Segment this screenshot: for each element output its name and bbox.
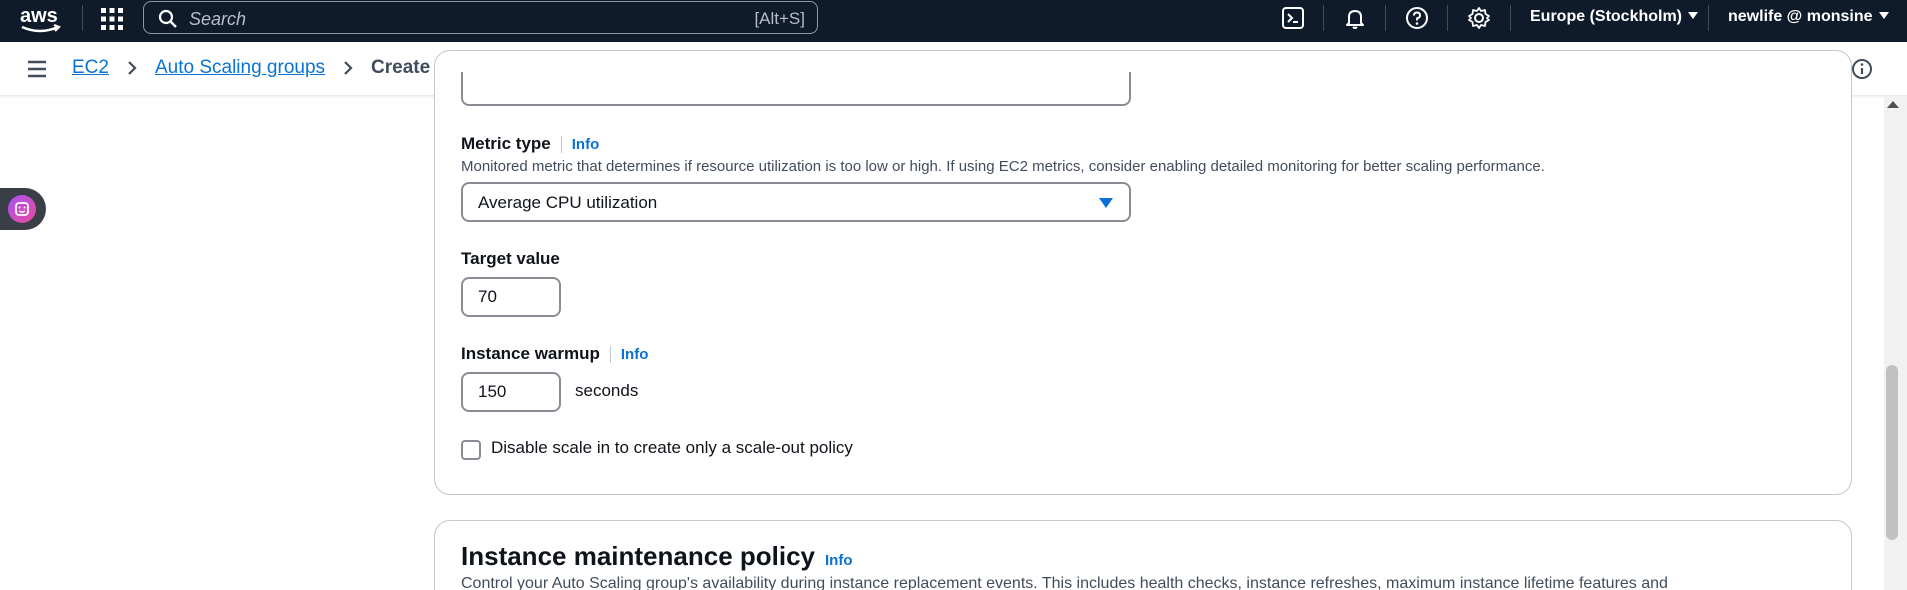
nav-divider — [1447, 5, 1448, 31]
nav-divider — [82, 5, 83, 31]
help-icon[interactable] — [1404, 5, 1430, 31]
policy-type-select[interactable] — [461, 72, 1131, 106]
nav-divider — [1385, 5, 1386, 31]
chevron-down-icon — [1878, 12, 1889, 19]
region-label: Europe (Stockholm) — [1530, 8, 1683, 25]
chevron-right-icon — [123, 59, 141, 77]
nav-divider — [1708, 5, 1709, 31]
instance-warmup-units: seconds — [575, 381, 639, 400]
services-grid-icon[interactable] — [100, 7, 124, 31]
metric-type-label: Metric type Info — [461, 134, 599, 154]
chevron-right-icon — [339, 59, 357, 77]
scroll-up-arrow-icon[interactable] — [1887, 101, 1899, 108]
assistant-face-icon — [8, 195, 36, 223]
bell-icon[interactable] — [1342, 5, 1368, 31]
top-navigation: aws Search [Alt+S] Europe (Stockholm) ne… — [0, 0, 1907, 42]
search-input[interactable]: Search [Alt+S] — [143, 1, 818, 34]
search-placeholder: Search — [189, 9, 247, 29]
maintenance-info-link[interactable]: Info — [825, 552, 853, 569]
maintenance-title: Instance maintenance policy — [461, 541, 816, 571]
nav-divider — [1510, 5, 1511, 31]
scaling-policy-panel — [434, 50, 1852, 495]
metric-type-description: Monitored metric that determines if reso… — [461, 158, 1545, 175]
metric-type-label-text: Metric type — [461, 134, 551, 153]
target-value-input[interactable] — [461, 277, 561, 317]
instance-warmup-input[interactable] — [461, 372, 561, 412]
settings-icon[interactable] — [1466, 5, 1492, 31]
metric-type-select[interactable]: Average CPU utilization — [461, 182, 1131, 222]
region-selector[interactable]: Europe (Stockholm) — [1530, 8, 1699, 26]
disable-scale-in-checkbox[interactable] — [461, 440, 481, 460]
maintenance-description: Control your Auto Scaling group's availa… — [461, 575, 1668, 590]
target-value-label: Target value — [461, 249, 560, 268]
account-label: newlife @ monsine — [1728, 8, 1873, 25]
caret-down-icon — [1099, 198, 1113, 208]
instance-warmup-label-text: Instance warmup — [461, 344, 600, 363]
disable-scale-in-label[interactable]: Disable scale in to create only a scale-… — [491, 438, 853, 458]
search-shortcut: [Alt+S] — [754, 9, 805, 28]
hamburger-menu-icon[interactable] — [26, 59, 48, 79]
instance-warmup-label: Instance warmup Info — [461, 344, 648, 364]
metric-type-info-link[interactable]: Info — [560, 136, 599, 153]
nav-divider — [1323, 5, 1324, 31]
breadcrumb-ec2-link[interactable]: EC2 — [72, 57, 109, 79]
account-menu[interactable]: newlife @ monsine — [1728, 8, 1889, 26]
aws-logo-text: aws — [20, 5, 58, 27]
cloudshell-icon[interactable] — [1280, 5, 1306, 31]
assistant-widget[interactable] — [0, 188, 46, 230]
info-panel-icon[interactable] — [1851, 58, 1873, 80]
instance-warmup-info-link[interactable]: Info — [609, 346, 648, 363]
metric-type-value: Average CPU utilization — [478, 193, 658, 212]
scrollbar-thumb[interactable] — [1886, 365, 1898, 540]
aws-logo[interactable]: aws — [18, 2, 66, 36]
chevron-down-icon — [1688, 12, 1699, 19]
search-icon — [158, 9, 178, 29]
breadcrumb-asg-link[interactable]: Auto Scaling groups — [155, 57, 325, 79]
maintenance-heading: Instance maintenance policy Info — [461, 541, 853, 572]
